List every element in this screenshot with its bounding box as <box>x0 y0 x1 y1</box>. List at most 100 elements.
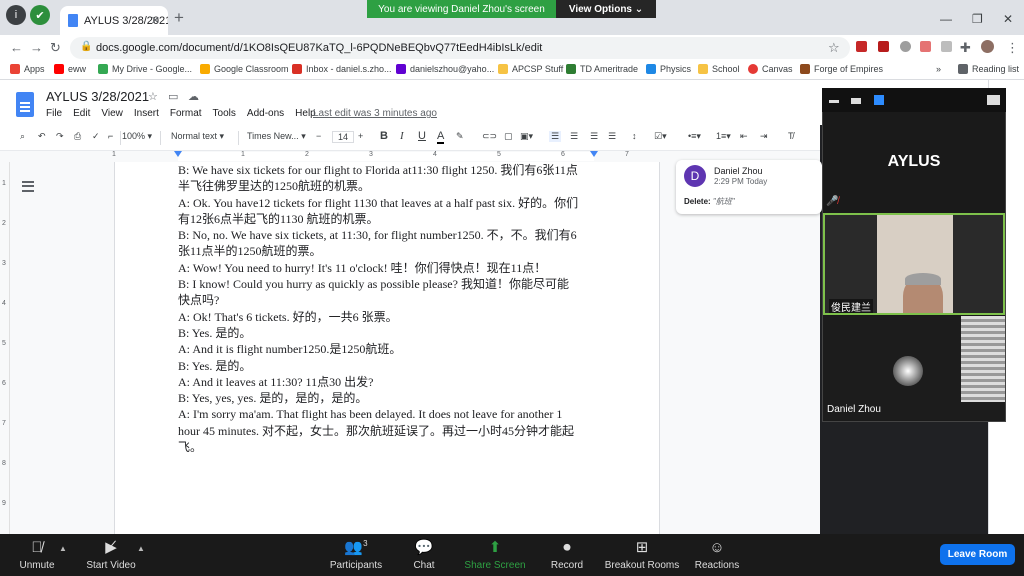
menu-addons[interactable]: Add-ons <box>247 108 284 119</box>
shield-icon[interactable]: ✔ <box>30 5 50 25</box>
bookmark-item[interactable]: TD Ameritrade <box>566 64 638 74</box>
insert-link-icon[interactable]: ⊂⊃ <box>482 131 497 142</box>
align-center-icon[interactable]: ☰ <box>570 131 578 142</box>
clear-formatting-icon[interactable]: T̸ <box>788 131 794 141</box>
print-icon[interactable]: ⎙ <box>74 131 81 142</box>
exit-panel-icon[interactable] <box>987 95 1000 105</box>
participant-tile-aylus[interactable]: AYLUS <box>823 112 1005 212</box>
extensions-puzzle-icon[interactable]: ✚ <box>960 40 971 56</box>
decrease-indent-icon[interactable]: ⇤ <box>740 131 748 142</box>
extension-icon[interactable] <box>856 41 867 52</box>
audio-options-caret[interactable]: ▲ <box>59 544 67 553</box>
extension-icon[interactable] <box>878 41 889 52</box>
spellcheck-icon[interactable]: ✓ <box>92 131 100 142</box>
bookmarks-overflow-icon[interactable]: » <box>936 64 941 74</box>
bookmark-item[interactable]: Google Classroom <box>200 64 289 74</box>
menu-view[interactable]: View <box>101 108 123 119</box>
extension-icon[interactable] <box>900 41 911 52</box>
bookmark-item[interactable]: Canvas <box>748 64 793 74</box>
last-edit-link[interactable]: Last edit was 3 minutes ago <box>313 108 437 119</box>
zoom-select[interactable]: 100% ▾ <box>122 131 152 142</box>
document-body[interactable]: B: We have six tickets for our flight to… <box>178 162 598 455</box>
bookmark-item[interactable]: Inbox - daniel.s.zho... <box>292 64 392 74</box>
maximize-icon[interactable]: ❐ <box>972 12 983 26</box>
close-tab-icon[interactable]: ✕ <box>151 14 160 27</box>
video-options-caret[interactable]: ▲ <box>137 544 145 553</box>
close-window-icon[interactable]: ✕ <box>1003 12 1013 26</box>
view-options-button[interactable]: View Options ⌄ <box>556 0 656 18</box>
justify-icon[interactable]: ☰ <box>608 131 616 142</box>
forward-icon[interactable]: → <box>30 40 43 55</box>
bookmark-item[interactable]: Apps <box>10 64 45 74</box>
profile-avatar[interactable] <box>981 40 994 53</box>
minimize-video-icon[interactable] <box>829 100 839 103</box>
unmute-button[interactable]: 🎙̸ Unmute <box>16 534 58 576</box>
menu-tools[interactable]: Tools <box>213 108 236 119</box>
google-docs-logo[interactable] <box>16 92 34 117</box>
participant-tile[interactable]: Daniel Zhou <box>823 316 1005 420</box>
bold-button[interactable]: B <box>380 130 388 142</box>
info-icon[interactable]: i <box>6 5 26 25</box>
reading-list-button[interactable]: Reading list <box>958 64 1019 74</box>
menu-format[interactable]: Format <box>170 108 202 119</box>
undo-icon[interactable]: ↶ <box>38 131 46 142</box>
extension-icon[interactable] <box>920 41 931 52</box>
right-indent-marker[interactable] <box>590 151 598 157</box>
bookmark-item[interactable]: APCSP Stuff <box>498 64 563 74</box>
record-button[interactable]: ⏺ Record <box>548 534 586 576</box>
document-outline-icon[interactable] <box>22 181 34 192</box>
text-color-button[interactable]: A <box>437 130 445 144</box>
minimize-icon[interactable]: — <box>940 12 952 26</box>
line-spacing-icon[interactable]: ↕ <box>632 131 637 141</box>
breakout-rooms-button[interactable]: ⊞ Breakout Rooms <box>602 534 682 576</box>
back-icon[interactable]: ← <box>10 40 23 55</box>
insert-image-icon[interactable]: ▣▾ <box>520 131 533 142</box>
reactions-button[interactable]: ☺ Reactions <box>694 534 740 576</box>
italic-button[interactable]: I <box>400 130 404 142</box>
bookmark-star-icon[interactable]: ☆ <box>828 40 840 56</box>
increase-indent-icon[interactable]: ⇥ <box>760 131 768 142</box>
chat-button[interactable]: 💬 Chat <box>410 534 438 576</box>
bookmark-item[interactable]: Physics <box>646 64 691 74</box>
leave-room-button[interactable]: Leave Room <box>940 544 1015 565</box>
browser-menu-icon[interactable]: ⋮ <box>1006 40 1019 56</box>
increase-font-size-button[interactable]: + <box>358 131 363 141</box>
move-folder-icon[interactable]: ▭ <box>168 90 178 103</box>
highlight-icon[interactable]: ✎ <box>456 131 464 142</box>
checklist-icon[interactable]: ☑▾ <box>654 131 667 142</box>
left-indent-marker[interactable] <box>174 151 182 157</box>
bookmark-item[interactable]: eww <box>54 64 86 74</box>
bookmark-item[interactable]: School <box>698 64 740 74</box>
align-right-icon[interactable]: ☰ <box>590 131 598 142</box>
menu-file[interactable]: File <box>46 108 62 119</box>
bookmark-item[interactable]: My Drive - Google... <box>98 64 192 74</box>
add-comment-icon[interactable]: ▢ <box>504 131 513 142</box>
share-screen-button[interactable]: ⬆ Share Screen <box>464 534 526 576</box>
numbered-list-icon[interactable]: 1≡▾ <box>716 131 731 142</box>
menu-insert[interactable]: Insert <box>134 108 159 119</box>
participant-tile[interactable]: 俊民建兰 <box>823 213 1005 315</box>
document-title[interactable]: AYLUS 3/28/2021 <box>46 89 149 104</box>
start-video-button[interactable]: ▶̸ Start Video <box>84 534 138 576</box>
star-icon[interactable]: ☆ <box>148 90 158 103</box>
speaker-view-icon[interactable] <box>851 98 861 104</box>
search-menus-icon[interactable]: ⌕ <box>20 131 25 142</box>
menu-edit[interactable]: Edit <box>73 108 90 119</box>
url-input[interactable]: 🔒 docs.google.com/document/d/1KO8IsQEU87… <box>70 37 850 59</box>
bookmark-item[interactable]: danielszhou@yaho... <box>396 64 494 74</box>
decrease-font-size-button[interactable]: − <box>316 131 321 141</box>
font-select[interactable]: Times New... ▾ <box>247 131 306 142</box>
paint-format-icon[interactable]: ⌐ <box>108 131 113 141</box>
reload-icon[interactable]: ↻ <box>50 40 61 56</box>
bulleted-list-icon[interactable]: •≡▾ <box>688 131 701 142</box>
underline-button[interactable]: U <box>418 130 426 142</box>
font-size-input[interactable]: 14 <box>332 131 355 143</box>
participants-button[interactable]: 👥3 Participants <box>328 534 384 576</box>
gallery-view-icon[interactable] <box>874 95 884 105</box>
style-select[interactable]: Normal text ▾ <box>171 131 224 142</box>
new-tab-button[interactable]: + <box>174 9 184 26</box>
bookmark-item[interactable]: Forge of Empires <box>800 64 883 74</box>
browser-tab[interactable]: AYLUS 3/28/2021 - Google Docs ✕ <box>60 6 168 35</box>
extension-icon[interactable] <box>941 41 952 52</box>
redo-icon[interactable]: ↷ <box>56 131 64 142</box>
